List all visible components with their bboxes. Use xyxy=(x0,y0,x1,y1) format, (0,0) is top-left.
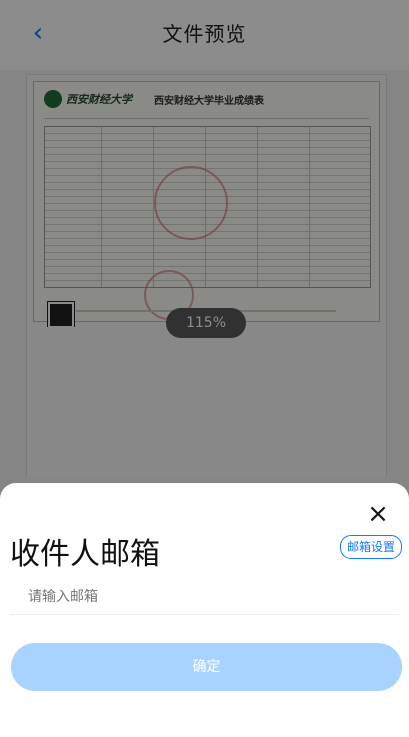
mail-settings-button[interactable]: 邮箱设置 xyxy=(339,535,402,559)
email-input[interactable] xyxy=(26,581,388,611)
close-icon[interactable]: × xyxy=(367,501,389,527)
recipient-email-sheet: × 收件人邮箱 邮箱设置 确定 xyxy=(0,483,409,737)
confirm-button[interactable]: 确定 xyxy=(11,643,402,691)
page: ‹ 文件预览 西安财经大学 西安财经大学毕业成绩表 115% × 收件人邮箱 邮… xyxy=(0,0,409,737)
sheet-title: 收件人邮箱 xyxy=(10,537,160,572)
input-divider xyxy=(10,614,399,615)
